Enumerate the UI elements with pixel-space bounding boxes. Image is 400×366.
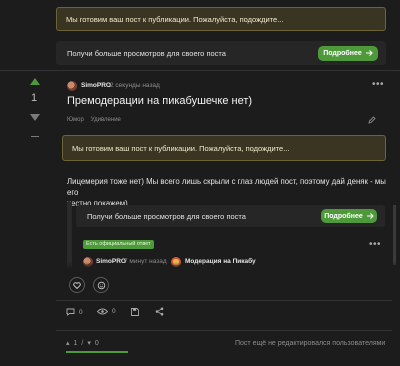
- down-arrow-small-icon: ▾: [87, 340, 91, 347]
- like-button[interactable]: [69, 277, 85, 293]
- official-answer-badge: Есть официальный ответ: [83, 240, 154, 249]
- tag-list: Юмор Удивление: [67, 117, 121, 123]
- up-votes: 1: [73, 339, 78, 347]
- embed-more-options-icon[interactable]: •••: [369, 240, 381, 250]
- arrow-right-icon: [365, 50, 373, 56]
- heart-icon: [73, 281, 81, 289]
- promo-text: Получи больше просмотров для своего пост…: [67, 48, 226, 58]
- rating-value: 1: [31, 92, 38, 104]
- comments-action[interactable]: 0: [66, 308, 83, 316]
- upvote-icon[interactable]: [30, 78, 40, 85]
- post-time: 2 секунды назад: [110, 82, 160, 89]
- comment-icon: [66, 308, 75, 316]
- vote-summary: ▴ 1 / ▾ 0: [66, 339, 99, 348]
- publication-notice: Мы готовим ваш пост к публикации. Пожалу…: [56, 7, 386, 31]
- save-icon[interactable]: [131, 308, 139, 316]
- views-count: 0: [112, 308, 116, 315]
- embed-promo-text: Получи больше просмотров для своего пост…: [87, 211, 246, 221]
- post-notice-text: Мы готовим ваш пост к публикации. Пожалу…: [72, 143, 290, 153]
- embed-rail: [67, 202, 72, 268]
- eye-icon: [97, 308, 108, 315]
- arrow-right-icon: [366, 213, 374, 219]
- comments-count: 0: [79, 308, 83, 316]
- post-title[interactable]: Премодерации на пикабушечке нет): [67, 95, 252, 107]
- share-icon[interactable]: [155, 307, 164, 316]
- rating-bar: [66, 351, 128, 353]
- top-divider: [0, 70, 400, 71]
- promo-banner: Получи больше просмотров для своего пост…: [56, 41, 386, 65]
- more-options-icon[interactable]: •••: [372, 80, 384, 90]
- vote-separator: /: [81, 339, 84, 347]
- embed-promo-more-button[interactable]: Подробнее: [321, 209, 377, 223]
- up-arrow-small-icon: ▴: [66, 340, 70, 347]
- post-body-line: Лицемерия тоже нет) Мы всего лишь скрыли…: [67, 177, 386, 197]
- author-name[interactable]: SimoPRO: [81, 82, 111, 89]
- embed-promo-banner: Получи больше просмотров для своего пост…: [76, 205, 385, 227]
- author-avatar[interactable]: [67, 81, 77, 91]
- embed-promo-more-label: Подробнее: [324, 212, 363, 220]
- embed-scrollbar[interactable]: [393, 205, 396, 265]
- save-dash-icon[interactable]: [31, 136, 39, 137]
- post-publication-notice: Мы готовим ваш пост к публикации. Пожалу…: [62, 135, 386, 161]
- promo-more-label: Подробнее: [323, 49, 362, 57]
- tag-item[interactable]: Юмор: [67, 117, 84, 123]
- views-action: 0: [97, 308, 116, 315]
- reaction-button[interactable]: [93, 277, 109, 293]
- down-votes: 0: [94, 339, 99, 347]
- tag-item[interactable]: Удивление: [91, 117, 121, 123]
- edit-status: Пост ещё не редактировался пользователям…: [235, 340, 386, 347]
- footer-divider: [56, 330, 392, 331]
- promo-more-button[interactable]: Подробнее: [318, 45, 378, 61]
- downvote-icon[interactable]: [30, 114, 40, 121]
- smile-plus-icon: [97, 281, 105, 289]
- edit-pencil-icon[interactable]: [368, 116, 376, 124]
- publication-notice-text: Мы готовим ваш пост к публикации. Пожалу…: [66, 14, 284, 24]
- embed-fade: [67, 262, 397, 270]
- actions-divider: [56, 300, 392, 301]
